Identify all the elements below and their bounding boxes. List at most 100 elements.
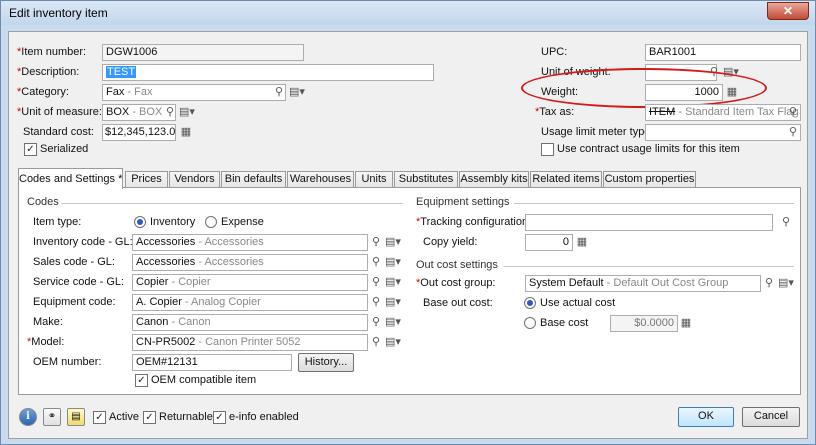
sales-code-label: Sales code - GL: bbox=[33, 256, 115, 268]
active-label: Active bbox=[109, 411, 139, 423]
usage-limit-label: Usage limit meter type: bbox=[541, 126, 654, 138]
close-button[interactable]: ✕ bbox=[767, 2, 809, 20]
returnable-checkbox[interactable]: ✓ bbox=[143, 411, 156, 424]
model-field[interactable]: CN-PR5002 - Canon Printer 5052 bbox=[132, 334, 368, 351]
serialized-label: Serialized bbox=[40, 143, 89, 155]
upc-label: UPC: bbox=[541, 46, 568, 58]
oem-number-label: OEM number: bbox=[33, 356, 102, 368]
usage-limit-field[interactable] bbox=[645, 124, 801, 141]
equipment-code-label: Equipment code: bbox=[33, 296, 116, 308]
expense-radio[interactable] bbox=[205, 216, 217, 228]
out-cost-group-label: *Out cost group: bbox=[416, 277, 496, 289]
uom-lookup-icon[interactable]: ⚲ bbox=[163, 105, 177, 119]
tracking-configuration-field[interactable] bbox=[525, 214, 773, 231]
tab-assembly-kits[interactable]: Assembly kits bbox=[459, 171, 529, 188]
tracking-lookup-icon[interactable]: ⚲ bbox=[779, 215, 793, 229]
tab-substitutes[interactable]: Substitutes bbox=[394, 171, 458, 188]
einfo-checkbox[interactable]: ✓ bbox=[213, 411, 226, 424]
out-cost-settings-divider bbox=[504, 266, 794, 267]
standard-cost-field[interactable]: $12,345,123.0000 bbox=[102, 124, 176, 141]
item-number-field[interactable]: DGW1006 bbox=[102, 44, 304, 61]
out-cost-settings-title: Out cost settings bbox=[416, 259, 498, 271]
model-dropdown-icon[interactable]: ▤▾ bbox=[385, 335, 401, 349]
inventory-code-dropdown-icon[interactable]: ▤▾ bbox=[385, 235, 401, 249]
inventory-code-field[interactable]: Accessories - Accessories bbox=[132, 234, 368, 251]
contract-usage-label: Use contract usage limits for this item bbox=[557, 143, 740, 155]
category-dropdown-icon[interactable]: ▤▾ bbox=[289, 85, 305, 99]
upc-field[interactable]: BAR1001 bbox=[645, 44, 801, 61]
out-cost-group-lookup-icon[interactable]: ⚲ bbox=[762, 276, 776, 290]
title-bar: Edit inventory item ✕ bbox=[1, 1, 815, 25]
base-cost-field[interactable]: $0.0000 bbox=[610, 315, 678, 332]
copy-yield-field[interactable]: 0 bbox=[525, 234, 573, 251]
category-lookup-icon[interactable]: ⚲ bbox=[272, 85, 286, 99]
returnable-label: Returnable bbox=[159, 411, 213, 423]
serialized-checkbox[interactable]: ✓ bbox=[24, 143, 37, 156]
info-icon[interactable]: i bbox=[19, 408, 37, 426]
base-cost-radio[interactable] bbox=[524, 317, 536, 329]
category-field[interactable]: Fax - Fax bbox=[102, 84, 286, 101]
copy-yield-calculator-icon[interactable]: ▦ bbox=[575, 235, 589, 249]
tab-related-items[interactable]: Related items bbox=[530, 171, 602, 188]
make-field[interactable]: Canon - Canon bbox=[132, 314, 368, 331]
tab-bin-defaults[interactable]: Bin defaults bbox=[221, 171, 286, 188]
model-lookup-icon[interactable]: ⚲ bbox=[369, 335, 383, 349]
tab-codes-and-settings[interactable]: Codes and Settings * bbox=[18, 168, 123, 189]
make-label: Make: bbox=[33, 316, 63, 328]
tab-warehouses[interactable]: Warehouses bbox=[287, 171, 354, 188]
usage-limit-lookup-icon[interactable]: ⚲ bbox=[786, 125, 800, 139]
contract-usage-checkbox[interactable] bbox=[541, 143, 554, 156]
service-code-field[interactable]: Copier - Copier bbox=[132, 274, 368, 291]
oem-compatible-checkbox[interactable]: ✓ bbox=[135, 374, 148, 387]
note-icon[interactable]: ▤ bbox=[67, 408, 85, 426]
category-label: *Category: bbox=[17, 86, 69, 98]
inventory-code-label: Inventory code - GL: bbox=[33, 236, 133, 248]
oem-number-field[interactable]: OEM#12131 bbox=[132, 354, 292, 371]
tab-prices[interactable]: Prices bbox=[125, 171, 168, 188]
make-lookup-icon[interactable]: ⚲ bbox=[369, 315, 383, 329]
out-cost-group-field[interactable]: System Default - Default Out Cost Group bbox=[525, 275, 761, 292]
base-cost-calculator-icon[interactable]: ▦ bbox=[679, 316, 693, 330]
standard-cost-label: Standard cost: bbox=[23, 126, 94, 138]
oem-compatible-label: OEM compatible item bbox=[151, 374, 257, 386]
tracking-configuration-label: *Tracking configuration: bbox=[416, 216, 532, 228]
service-code-lookup-icon[interactable]: ⚲ bbox=[369, 275, 383, 289]
sales-code-field[interactable]: Accessories - Accessories bbox=[132, 254, 368, 271]
out-cost-group-dropdown-icon[interactable]: ▤▾ bbox=[778, 276, 794, 290]
sales-code-lookup-icon[interactable]: ⚲ bbox=[369, 255, 383, 269]
cancel-button[interactable]: Cancel bbox=[742, 407, 800, 427]
inventory-radio[interactable] bbox=[134, 216, 146, 228]
equipment-code-field[interactable]: A. Copier - Analog Copier bbox=[132, 294, 368, 311]
use-actual-cost-label: Use actual cost bbox=[540, 297, 616, 309]
tab-custom-properties[interactable]: Custom properties bbox=[603, 171, 696, 188]
tab-vendors[interactable]: Vendors bbox=[169, 171, 220, 188]
description-field[interactable]: TEST bbox=[102, 64, 434, 81]
use-actual-cost-radio[interactable] bbox=[524, 297, 536, 309]
expense-radio-label: Expense bbox=[221, 216, 264, 228]
equipment-code-lookup-icon[interactable]: ⚲ bbox=[369, 295, 383, 309]
active-checkbox[interactable]: ✓ bbox=[93, 411, 106, 424]
inventory-code-lookup-icon[interactable]: ⚲ bbox=[369, 235, 383, 249]
tab-units[interactable]: Units bbox=[355, 171, 393, 188]
history-button[interactable]: History... bbox=[298, 353, 354, 372]
inventory-radio-label: Inventory bbox=[150, 216, 196, 228]
tax-as-label: *Tax as: bbox=[535, 106, 575, 118]
codes-divider bbox=[61, 203, 403, 204]
base-cost-label: Base cost bbox=[540, 317, 589, 329]
tax-as-lookup-icon[interactable]: ⚲ bbox=[786, 105, 800, 119]
uom-dropdown-icon[interactable]: ▤▾ bbox=[179, 105, 195, 119]
edit-inventory-item-window: Edit inventory item ✕ *Item number: DGW1… bbox=[0, 0, 816, 445]
tax-as-field[interactable]: ITEM - Standard Item Tax Flag bbox=[645, 104, 801, 121]
attachment-icon[interactable]: ⚭ bbox=[43, 408, 61, 426]
base-out-cost-label: Base out cost: bbox=[423, 297, 493, 309]
calculator-icon[interactable]: ▦ bbox=[179, 125, 193, 139]
service-code-dropdown-icon[interactable]: ▤▾ bbox=[385, 275, 401, 289]
equipment-code-dropdown-icon[interactable]: ▤▾ bbox=[385, 295, 401, 309]
model-label: *Model: bbox=[27, 336, 65, 348]
copy-yield-label: Copy yield: bbox=[423, 236, 478, 248]
ok-button[interactable]: OK bbox=[678, 407, 734, 427]
dialog-client-area: *Item number: DGW1006 *Description: TEST… bbox=[8, 31, 808, 439]
make-dropdown-icon[interactable]: ▤▾ bbox=[385, 315, 401, 329]
sales-code-dropdown-icon[interactable]: ▤▾ bbox=[385, 255, 401, 269]
codes-section-title: Codes bbox=[27, 196, 59, 208]
